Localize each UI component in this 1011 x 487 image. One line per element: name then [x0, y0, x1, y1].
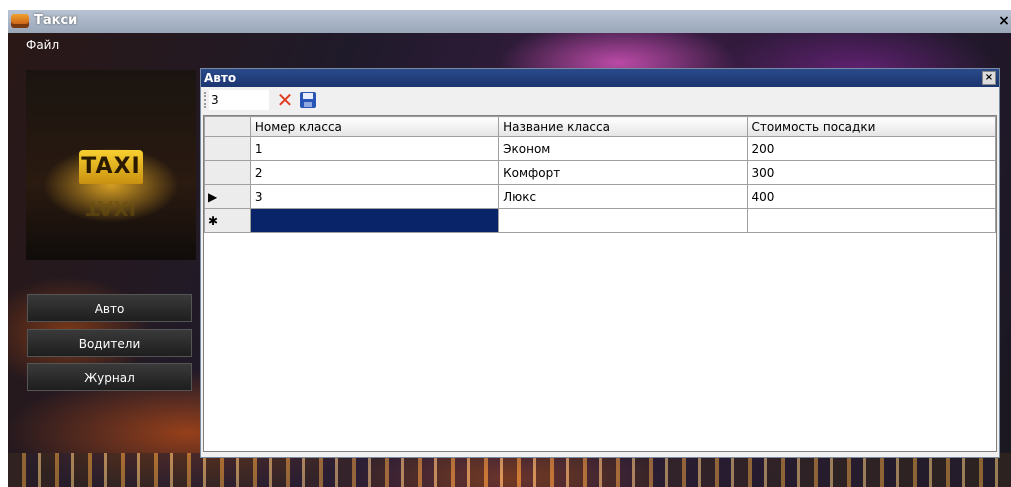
column-header[interactable]: Название класса — [498, 116, 748, 137]
auto-child-window: Авто × ✕ Номер класса Название класса Ст — [200, 68, 1000, 458]
taxi-sign-reflection: TAXI — [85, 196, 137, 220]
column-header[interactable]: Стоимость посадки — [746, 116, 996, 137]
menu-file[interactable]: Файл — [26, 38, 59, 52]
taxi-app-icon — [11, 14, 29, 28]
table-row[interactable]: 1 Эконом 200 — [204, 136, 996, 161]
app-title-bar: Такси × — [8, 10, 1011, 33]
close-icon[interactable]: × — [997, 13, 1011, 29]
table-cell[interactable] — [498, 208, 748, 233]
table-row[interactable]: 2 Комфорт 300 — [204, 160, 996, 185]
table-cell[interactable]: Комфорт — [498, 160, 748, 185]
child-close-icon[interactable]: × — [982, 71, 996, 85]
table-cell[interactable]: 2 — [249, 160, 500, 185]
child-title: Авто — [204, 71, 237, 85]
save-icon[interactable] — [300, 92, 316, 108]
app-title: Такси — [34, 13, 78, 28]
taxi-logo: TAXI TAXI — [26, 70, 196, 260]
toolbar: ✕ — [201, 87, 999, 113]
row-header-corner[interactable] — [204, 116, 251, 137]
table-cell[interactable]: 3 — [249, 184, 500, 209]
delete-icon[interactable]: ✕ — [275, 89, 295, 111]
auto-button[interactable]: Авто — [27, 294, 192, 322]
taxi-sign: TAXI — [79, 150, 143, 184]
selected-cell[interactable] — [249, 208, 500, 233]
row-header[interactable] — [204, 136, 251, 161]
header-row: Номер класса Название класса Стоимость п… — [204, 116, 996, 137]
child-title-bar: Авто × — [201, 69, 999, 87]
table-cell[interactable]: 1 — [249, 136, 500, 161]
app-window: Такси × Файл TAXI TAXI Авто Водители Жур… — [8, 10, 1011, 487]
row-header[interactable] — [204, 160, 251, 185]
city-lights — [8, 453, 1011, 487]
current-row-indicator[interactable]: ▶ — [204, 184, 251, 209]
column-header[interactable]: Номер класса — [249, 116, 500, 137]
table-cell[interactable] — [746, 208, 996, 233]
drivers-button[interactable]: Водители — [27, 329, 192, 357]
new-row[interactable]: ✱ — [204, 208, 996, 233]
class-table: Номер класса Название класса Стоимость п… — [204, 116, 996, 233]
table-cell[interactable]: 400 — [746, 184, 996, 209]
journal-button[interactable]: Журнал — [27, 363, 192, 391]
table-cell[interactable]: 300 — [746, 160, 996, 185]
table-cell[interactable]: 200 — [746, 136, 996, 161]
toolbar-grip-icon[interactable] — [204, 92, 208, 108]
class-number-input[interactable] — [209, 90, 269, 110]
data-grid[interactable]: Номер класса Название класса Стоимость п… — [203, 115, 997, 452]
table-cell[interactable]: Люкс — [498, 184, 748, 209]
new-row-indicator[interactable]: ✱ — [204, 208, 251, 233]
table-cell[interactable]: Эконом — [498, 136, 748, 161]
table-row[interactable]: ▶ 3 Люкс 400 — [204, 184, 996, 209]
